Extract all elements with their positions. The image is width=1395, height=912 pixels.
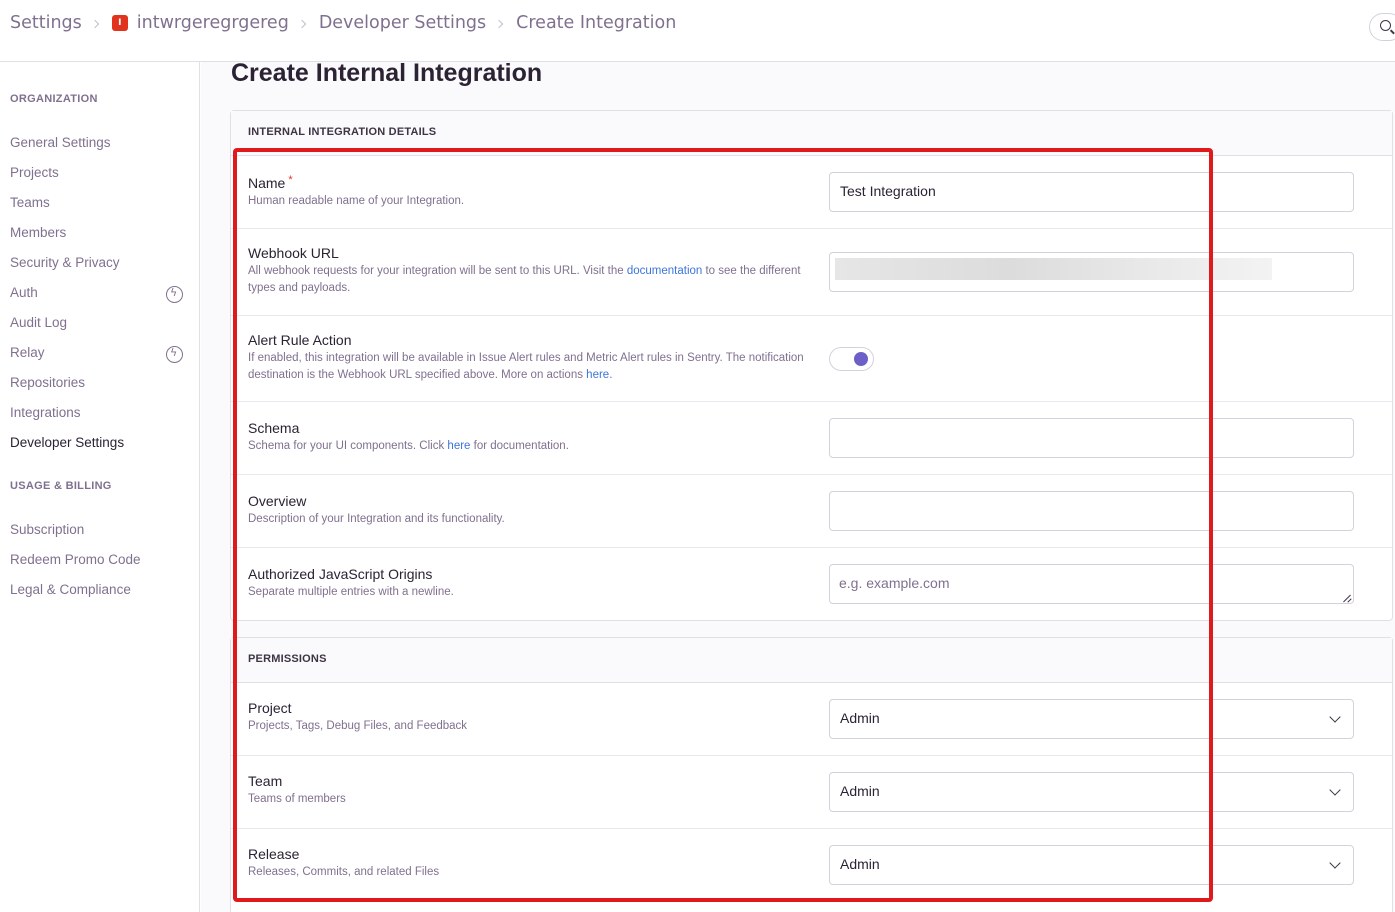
redacted-url: [835, 258, 1272, 280]
name-help: Human readable name of your Integration.: [248, 195, 465, 207]
webhook-label: Webhook URL: [248, 245, 339, 261]
permissions-panel: PERMISSIONS Project Projects, Tags, Debu…: [230, 637, 1393, 912]
project-help: Projects, Tags, Debug Files, and Feedbac…: [248, 720, 468, 732]
breadcrumb: Settings I intwrgeregrgereg Developer Se…: [10, 13, 676, 33]
webhook-row: Webhook URL All webhook requests for you…: [231, 229, 1392, 316]
origins-textarea[interactable]: e.g. example.com: [829, 564, 1354, 604]
sidebar-item-audit-log[interactable]: Audit Log: [10, 315, 190, 330]
overview-help: Description of your Integration and its …: [248, 513, 505, 525]
alert-rule-help: If enabled, this integration will be ava…: [248, 352, 804, 381]
overview-label: Overview: [248, 493, 307, 509]
alert-rule-label: Alert Rule Action: [248, 332, 352, 348]
sidebar-item-auth[interactable]: Auth: [10, 285, 190, 300]
project-label: Project: [248, 700, 292, 716]
name-label: Name *: [248, 174, 293, 191]
schema-here-link[interactable]: here: [447, 440, 470, 452]
alert-rule-toggle[interactable]: [829, 347, 874, 371]
chevron-right-icon: [90, 19, 100, 29]
chevron-right-icon: [494, 19, 504, 29]
origins-help: Separate multiple entries with a newline…: [248, 586, 454, 598]
release-label: Release: [248, 846, 300, 862]
alert-rule-row: Alert Rule Action If enabled, this integ…: [231, 316, 1392, 402]
schema-input[interactable]: [829, 418, 1354, 458]
schema-help: Schema for your UI components. Click her…: [248, 440, 569, 452]
toggle-knob: [854, 352, 868, 366]
sidebar-item-repositories[interactable]: Repositories: [10, 375, 190, 390]
sidebar-item-developer-settings[interactable]: Developer Settings: [10, 435, 190, 450]
sidebar-item-security-privacy[interactable]: Security & Privacy: [10, 255, 190, 270]
bolt-icon: [166, 346, 183, 363]
breadcrumb-org[interactable]: intwrgeregrgereg: [137, 13, 289, 33]
project-permission-row: Project Projects, Tags, Debug Files, and…: [231, 683, 1392, 756]
sidebar-item-redeem-promo[interactable]: Redeem Promo Code: [10, 552, 190, 567]
schema-row: Schema Schema for your UI components. Cl…: [231, 402, 1392, 475]
breadcrumb-settings[interactable]: Settings: [10, 13, 82, 33]
sidebar-item-projects[interactable]: Projects: [10, 165, 190, 180]
chevron-down-icon: [1329, 857, 1341, 869]
team-label: Team: [248, 773, 283, 789]
documentation-link[interactable]: documentation: [627, 265, 702, 277]
release-help: Releases, Commits, and related Files: [248, 866, 440, 878]
search-icon: [1380, 20, 1391, 31]
sidebar-item-legal[interactable]: Legal & Compliance: [10, 582, 190, 597]
breadcrumb-developer-settings[interactable]: Developer Settings: [319, 13, 486, 33]
sidebar-item-members[interactable]: Members: [10, 225, 190, 240]
webhook-url-input[interactable]: [829, 252, 1354, 292]
breadcrumb-current: Create Integration: [516, 13, 677, 33]
schema-label: Schema: [248, 420, 300, 436]
sidebar-item-integrations[interactable]: Integrations: [10, 405, 190, 420]
integration-details-panel: INTERNAL INTEGRATION DETAILS Name * Human…: [230, 110, 1393, 621]
sidebar-item-relay[interactable]: Relay: [10, 345, 190, 360]
top-header: Settings I intwrgeregrgereg Developer Se…: [0, 0, 1395, 62]
name-row: Name * Human readable name of your Integr…: [231, 156, 1392, 229]
org-avatar: I: [111, 15, 128, 31]
chevron-down-icon: [1329, 784, 1341, 796]
chevron-down-icon: [1329, 711, 1341, 723]
chevron-right-icon: [297, 19, 307, 29]
team-permission-row: Team Teams of members Admin: [231, 756, 1392, 829]
sidebar-heading-billing: USAGE & BILLING: [10, 480, 112, 492]
overview-input[interactable]: [829, 491, 1354, 531]
origins-row: Authorized JavaScript Origins Separate m…: [231, 548, 1392, 621]
bolt-icon: [166, 286, 183, 303]
team-permission-select[interactable]: Admin: [829, 772, 1354, 812]
release-permission-row: Release Releases, Commits, and related F…: [231, 829, 1392, 902]
project-permission-select[interactable]: Admin: [829, 699, 1354, 739]
webhook-help: All webhook requests for your integratio…: [248, 265, 801, 294]
panel-heading-permissions: PERMISSIONS: [231, 638, 1392, 683]
main-content: Create Internal Integration INTERNAL INT…: [201, 59, 1395, 912]
settings-sidebar: ORGANIZATION General Settings Projects T…: [0, 62, 200, 912]
actions-here-link[interactable]: here: [586, 369, 609, 381]
sidebar-item-general-settings[interactable]: General Settings: [10, 135, 190, 150]
sidebar-heading-organization: ORGANIZATION: [10, 93, 98, 105]
name-input[interactable]: Test Integration: [829, 172, 1354, 212]
sidebar-item-subscription[interactable]: Subscription: [10, 522, 190, 537]
panel-heading-details: INTERNAL INTEGRATION DETAILS: [231, 111, 1392, 156]
release-permission-select[interactable]: Admin: [829, 845, 1354, 885]
resize-handle-icon[interactable]: [1343, 594, 1351, 602]
sidebar-item-teams[interactable]: Teams: [10, 195, 190, 210]
origins-label: Authorized JavaScript Origins: [248, 566, 433, 582]
page-title: Create Internal Integration: [231, 59, 543, 87]
overview-row: Overview Description of your Integration…: [231, 475, 1392, 548]
required-indicator: *: [288, 174, 293, 186]
search-button[interactable]: [1369, 13, 1395, 41]
team-help: Teams of members: [248, 793, 346, 805]
